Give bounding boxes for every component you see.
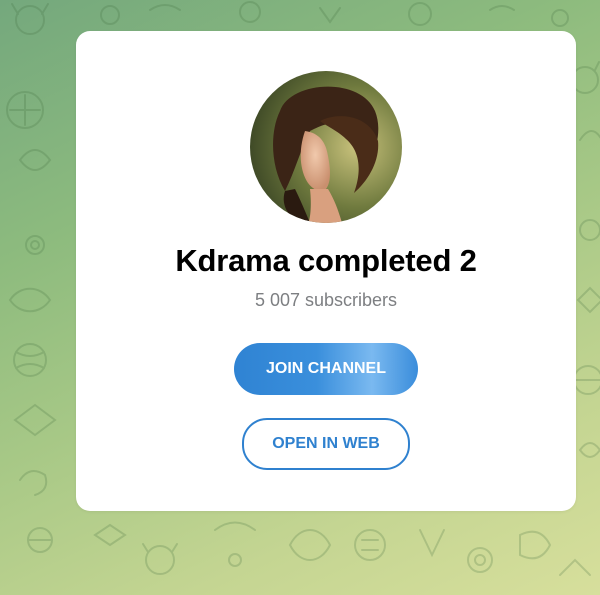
channel-title: Kdrama completed 2 xyxy=(175,243,477,278)
open-in-web-button[interactable]: OPEN IN WEB xyxy=(242,418,410,470)
channel-avatar xyxy=(250,71,402,223)
subscriber-count: 5 007 subscribers xyxy=(254,290,398,310)
join-channel-button[interactable]: JOIN CHANNEL xyxy=(234,343,418,395)
channel-card: Kdrama completed 2 5 007 subscribers JOI… xyxy=(76,31,576,511)
avatar-photo-icon xyxy=(250,71,402,223)
